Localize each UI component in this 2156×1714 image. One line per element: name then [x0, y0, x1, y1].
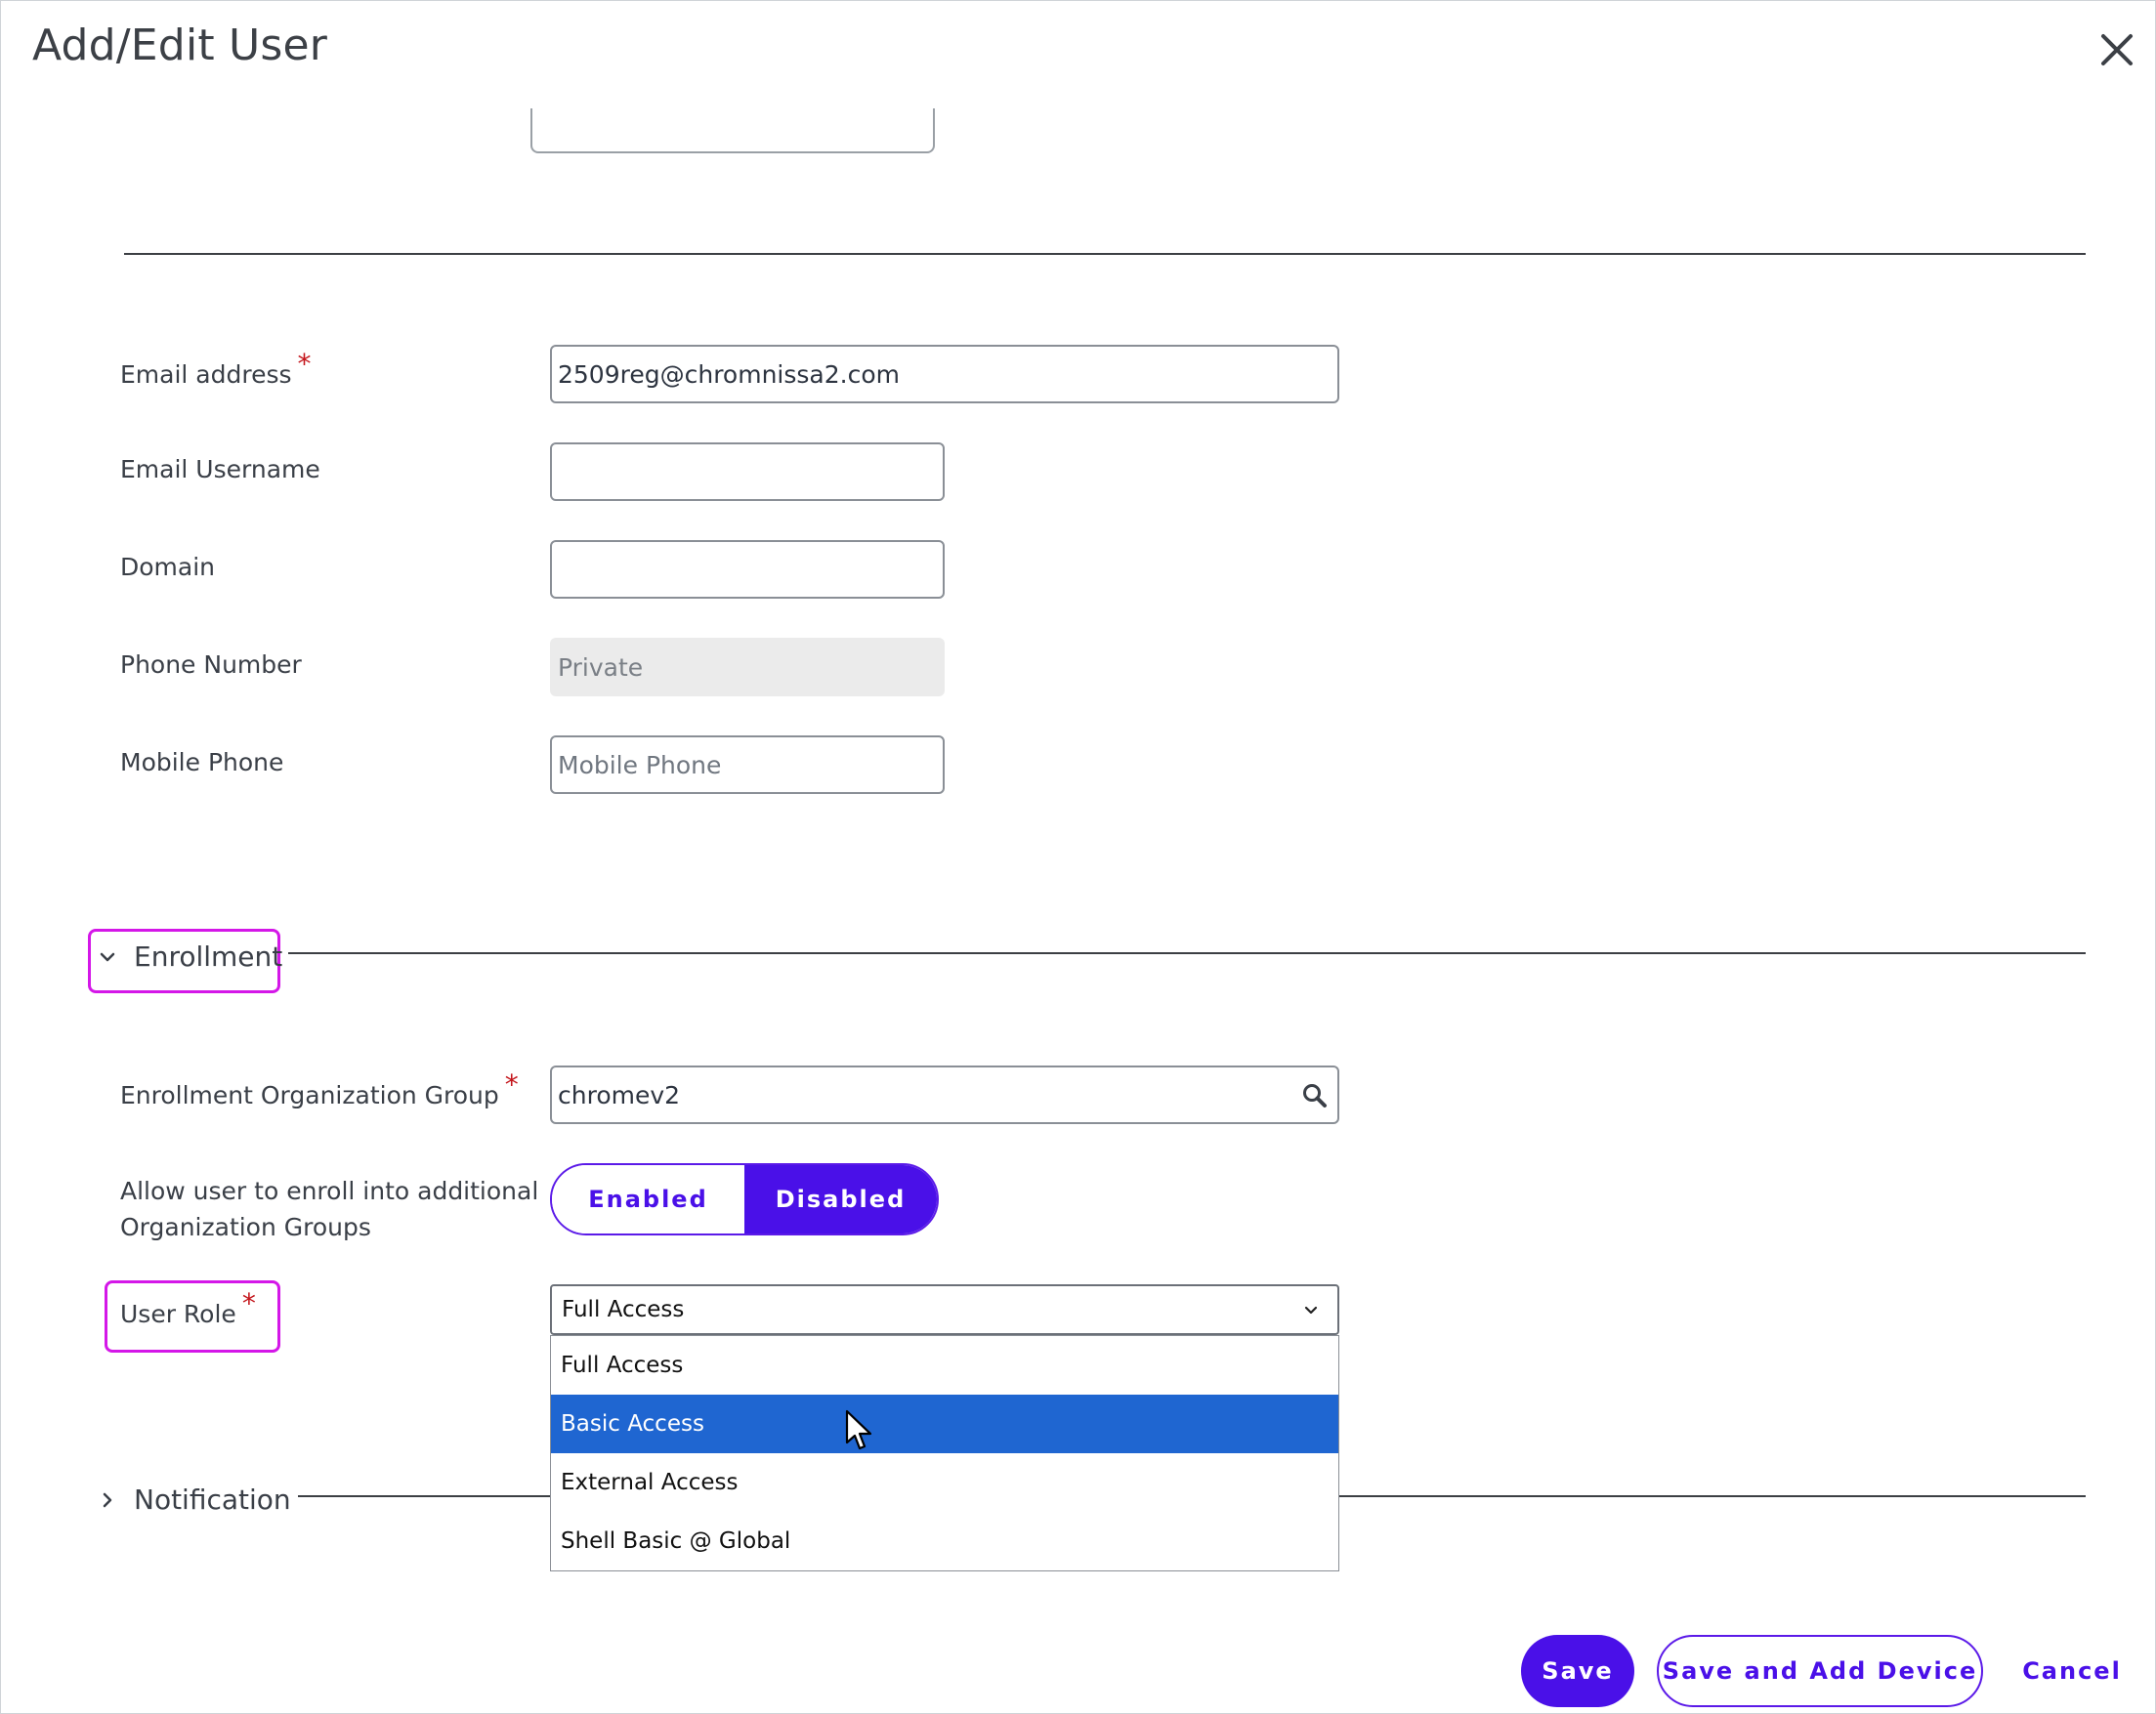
search-icon[interactable]: [1302, 1083, 1328, 1108]
user-role-option-highlighted[interactable]: Basic Access: [551, 1395, 1338, 1453]
enrollment-divider: [288, 952, 2086, 954]
email-address-field[interactable]: 2509reg@chromnissa2.com: [550, 345, 1339, 403]
required-marker: *: [504, 1068, 519, 1101]
org-group-value: chromev2: [558, 1080, 681, 1109]
disabled-option[interactable]: Disabled: [744, 1165, 937, 1233]
enabled-option[interactable]: Enabled: [552, 1165, 744, 1233]
notification-section-toggle[interactable]: Notification: [99, 1484, 291, 1516]
user-role-option[interactable]: External Access: [551, 1453, 1338, 1512]
notification-section-label: Notification: [134, 1484, 291, 1516]
domain-label: Domain: [120, 553, 216, 581]
dialog-title: Add/Edit User: [32, 21, 328, 70]
org-group-search-input[interactable]: chromev2: [550, 1066, 1339, 1124]
phone-number-field: Private: [550, 638, 945, 696]
additional-groups-toggle[interactable]: Enabled Disabled: [550, 1163, 939, 1235]
mobile-phone-label: Mobile Phone: [120, 748, 284, 776]
user-role-option[interactable]: Shell Basic @ Global: [551, 1512, 1338, 1570]
save-and-add-device-button[interactable]: Save and Add Device: [1657, 1635, 1983, 1707]
chevron-down-icon: [100, 952, 115, 961]
scrolled-field-input[interactable]: [530, 108, 935, 153]
mobile-phone-field[interactable]: Mobile Phone: [550, 735, 945, 794]
user-role-dropdown-list: Full Access Basic Access External Access…: [550, 1335, 1339, 1571]
required-marker: *: [297, 348, 312, 380]
user-role-selected-value: Full Access: [562, 1297, 685, 1322]
required-marker: *: [241, 1287, 256, 1319]
org-group-label: Enrollment Organization Group *: [120, 1068, 519, 1109]
email-username-field[interactable]: [550, 442, 945, 501]
user-role-select[interactable]: Full Access: [550, 1284, 1339, 1335]
phone-number-value: Private: [558, 652, 644, 682]
email-address-value: 2509reg@chromnissa2.com: [558, 359, 900, 389]
enrollment-section-label: Enrollment: [134, 941, 283, 973]
additional-groups-label: Allow user to enroll into additional Org…: [120, 1177, 539, 1241]
domain-field[interactable]: [550, 540, 945, 599]
mobile-phone-placeholder: Mobile Phone: [558, 750, 722, 779]
close-icon[interactable]: [2097, 30, 2136, 69]
user-role-label: User Role *: [120, 1287, 256, 1328]
enrollment-section-toggle[interactable]: Enrollment: [99, 941, 282, 973]
phone-number-label: Phone Number: [120, 650, 302, 679]
add-edit-user-dialog: Add/Edit User Email address * 2509reg@chr…: [0, 0, 2156, 1714]
chevron-down-icon: [1304, 1306, 1318, 1315]
section-divider: [124, 253, 2086, 255]
mouse-cursor-icon: [845, 1409, 872, 1450]
cancel-button[interactable]: Cancel: [2013, 1635, 2131, 1707]
chevron-right-icon: [103, 1492, 112, 1507]
email-address-label: Email address *: [120, 348, 312, 389]
user-role-option[interactable]: Full Access: [551, 1336, 1338, 1395]
save-button[interactable]: Save: [1521, 1635, 1634, 1707]
email-username-label: Email Username: [120, 455, 320, 483]
